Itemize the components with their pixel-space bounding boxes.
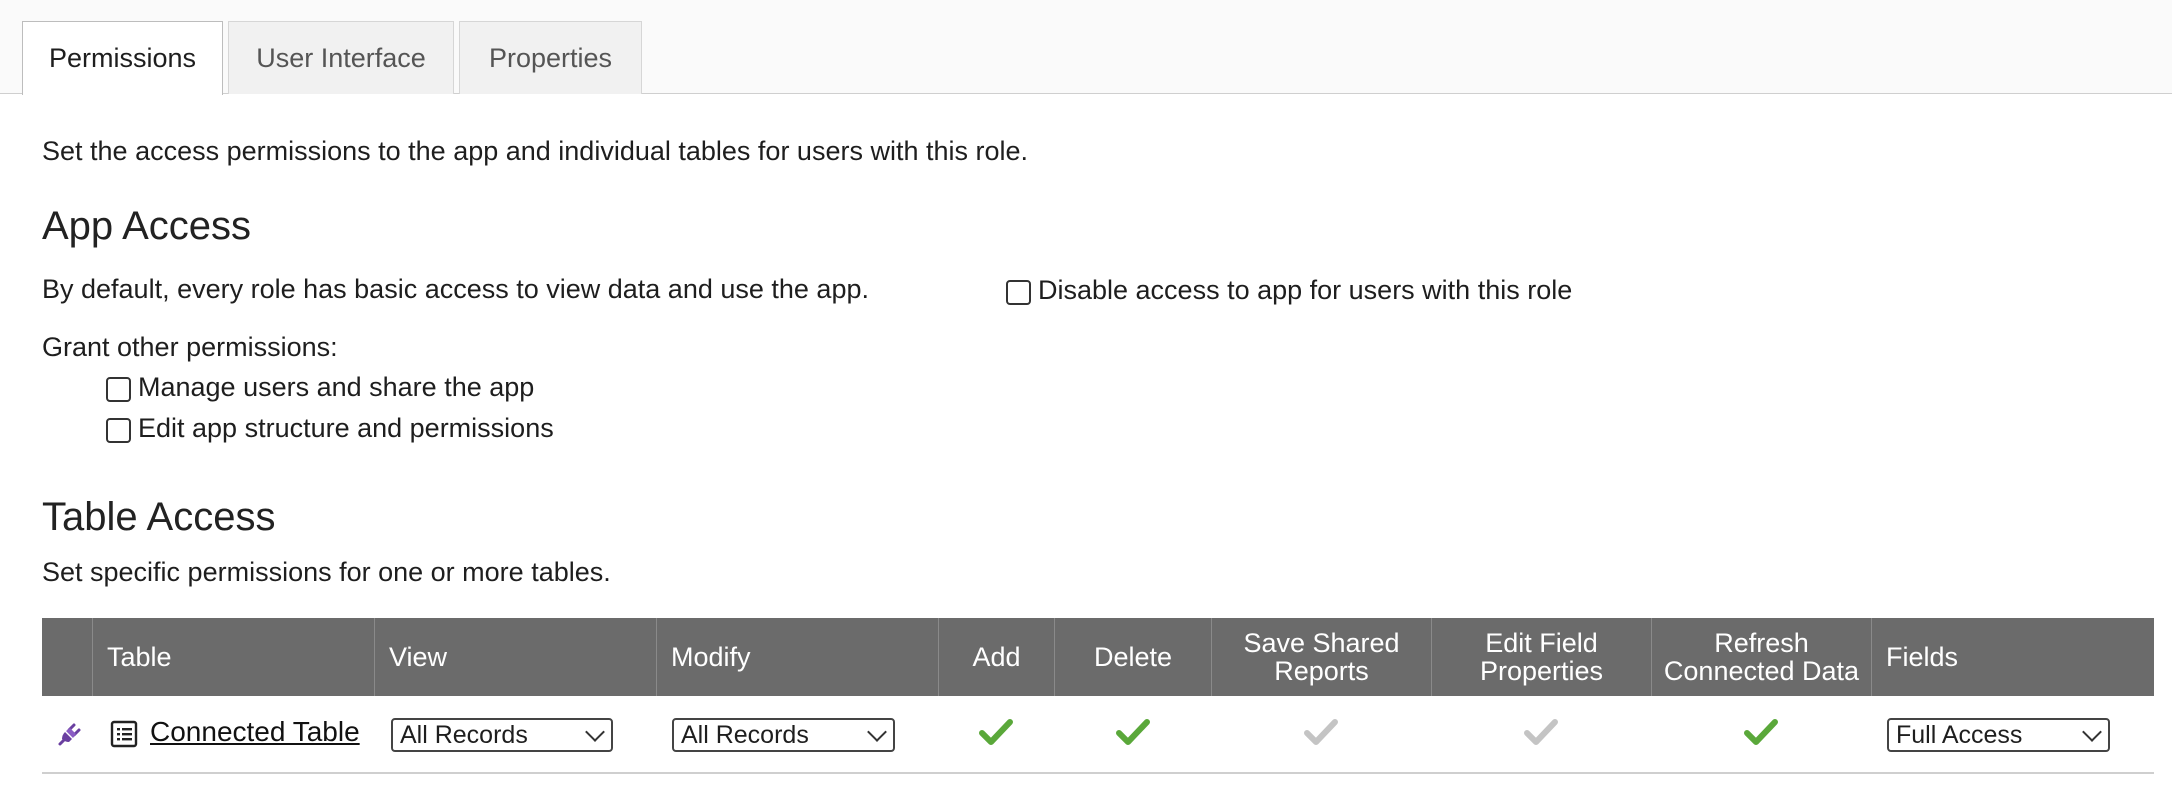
header-modify: Modify bbox=[656, 618, 938, 696]
default-access-text: By default, every role has basic access … bbox=[42, 274, 869, 304]
table-row: Connected Table All Records All Records … bbox=[42, 696, 2154, 774]
chevron-down-icon bbox=[585, 722, 605, 742]
plug-icon bbox=[58, 723, 81, 746]
edit-structure-label[interactable]: Edit app structure and permissions bbox=[138, 413, 554, 444]
modify-select-value: All Records bbox=[681, 720, 809, 749]
delete-checkmark-icon[interactable] bbox=[1116, 718, 1150, 748]
table-access-description: Set specific permissions for one or more… bbox=[42, 557, 611, 587]
disable-access-checkbox[interactable] bbox=[1006, 280, 1031, 305]
tab-bar: Permissions User Interface Properties bbox=[0, 0, 2172, 95]
header-refresh-connected-data: Refresh Connected Data bbox=[1651, 618, 1871, 696]
edit-structure-checkbox[interactable] bbox=[106, 418, 131, 443]
chevron-down-icon bbox=[2082, 722, 2102, 742]
chevron-down-icon bbox=[867, 722, 887, 742]
manage-users-label[interactable]: Manage users and share the app bbox=[138, 372, 534, 403]
tab-permissions[interactable]: Permissions bbox=[22, 21, 223, 95]
table-access-heading: Table Access bbox=[42, 495, 276, 539]
tab-properties[interactable]: Properties bbox=[459, 21, 642, 94]
intro-text: Set the access permissions to the app an… bbox=[42, 136, 1029, 166]
header-delete: Delete bbox=[1054, 618, 1211, 696]
permissions-table-header: Table View Modify Add Delete Save Shared… bbox=[42, 618, 2154, 696]
fields-select-value: Full Access bbox=[1896, 720, 2023, 749]
header-edit-field-properties: Edit Field Properties bbox=[1431, 618, 1651, 696]
add-checkmark-icon[interactable] bbox=[979, 718, 1013, 748]
header-icon-cell bbox=[42, 618, 92, 696]
modify-select[interactable]: All Records bbox=[672, 718, 895, 752]
table-name-link[interactable]: Connected Table bbox=[150, 716, 360, 748]
fields-select[interactable]: Full Access bbox=[1887, 718, 2110, 752]
view-select[interactable]: All Records bbox=[391, 718, 613, 752]
header-view: View bbox=[374, 618, 656, 696]
manage-users-checkbox[interactable] bbox=[106, 377, 131, 402]
disable-access-label[interactable]: Disable access to app for users with thi… bbox=[1038, 275, 1572, 306]
app-access-heading: App Access bbox=[42, 204, 252, 248]
view-select-value: All Records bbox=[400, 720, 528, 749]
grant-permissions-label: Grant other permissions: bbox=[42, 332, 338, 362]
header-fields: Fields bbox=[1871, 618, 2154, 696]
header-table: Table bbox=[92, 618, 374, 696]
edit-field-properties-checkmark-icon[interactable] bbox=[1524, 718, 1558, 748]
refresh-connected-data-checkmark-icon[interactable] bbox=[1744, 718, 1778, 748]
header-add: Add bbox=[938, 618, 1054, 696]
header-save-shared-reports: Save Shared Reports bbox=[1211, 618, 1431, 696]
role-permissions-page: Permissions User Interface Properties Se… bbox=[0, 0, 2172, 790]
save-shared-reports-checkmark-icon[interactable] bbox=[1304, 718, 1338, 748]
tab-user-interface[interactable]: User Interface bbox=[228, 21, 454, 94]
table-icon bbox=[110, 720, 138, 748]
